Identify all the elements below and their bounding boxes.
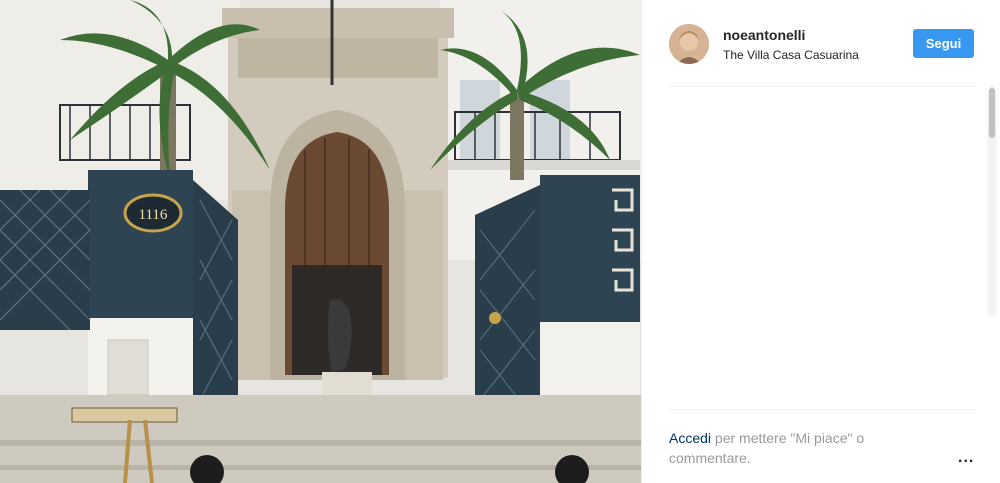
post-photo[interactable]: 1116 bbox=[0, 0, 641, 483]
login-link[interactable]: Accedi bbox=[669, 430, 711, 446]
divider bbox=[669, 86, 974, 87]
location-link[interactable]: The Villa Casa Casuarina bbox=[723, 48, 859, 62]
more-options-icon[interactable]: ... bbox=[958, 449, 974, 467]
house-number-plaque: 1116 bbox=[139, 207, 168, 223]
avatar[interactable] bbox=[669, 24, 709, 64]
divider bbox=[669, 409, 974, 410]
username-link[interactable]: noeantonelli bbox=[723, 27, 805, 43]
post-sidebar: noeantonelli The Villa Casa Casuarina Se… bbox=[641, 0, 1000, 483]
login-prompt: Accedi per mettere "Mi piace" o commenta… bbox=[669, 428, 919, 468]
comments-scrollbar[interactable] bbox=[987, 86, 997, 316]
scrollbar-thumb[interactable] bbox=[989, 88, 995, 138]
instagram-post: 1116 noeantonelli The Villa Casa Casuari… bbox=[0, 0, 1000, 483]
post-header: noeantonelli The Villa Casa Casuarina Se… bbox=[642, 0, 1000, 86]
villa-entrance-image: 1116 bbox=[0, 0, 641, 483]
follow-button[interactable]: Segui bbox=[913, 29, 974, 58]
